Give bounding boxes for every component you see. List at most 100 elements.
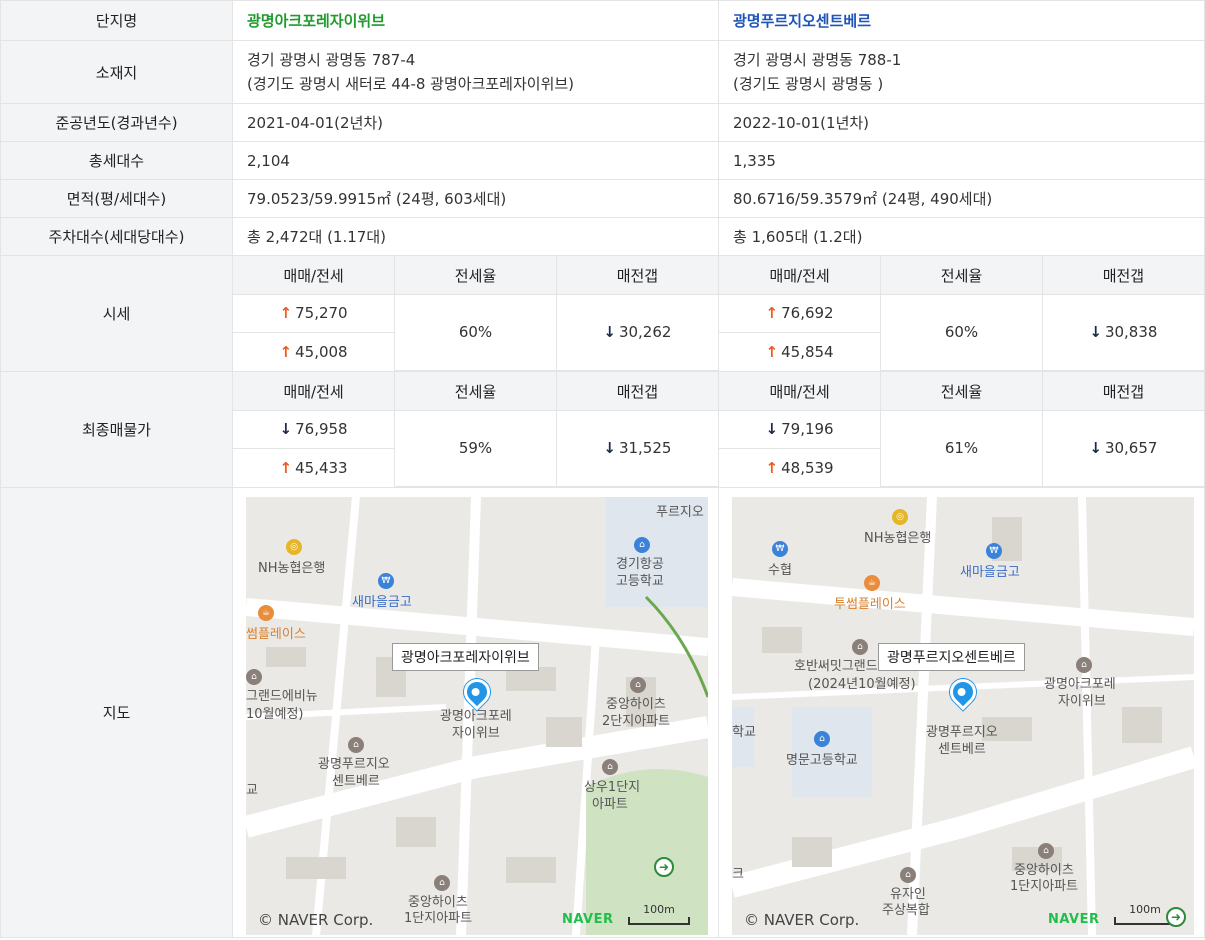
map-label-saemaeul: 새마을금고 xyxy=(960,565,1020,580)
complex-a-name-text[interactable]: 광명아크포레자이위브 xyxy=(247,12,385,30)
row-households: 총세대수 2,104 1,335 xyxy=(0,141,1205,180)
map-copyright: © NAVER Corp. xyxy=(744,911,860,929)
label-area: 면적(평/세대수) xyxy=(0,179,233,218)
map-label-grand2: 10월예정) xyxy=(246,707,304,722)
row-parking: 주차대수(세대당대수) 총 2,472대 (1.17대) 총 1,605대 (1… xyxy=(0,217,1205,256)
map-label-prugio-top: 푸르지오 xyxy=(656,505,704,520)
price-trade-cell: ↑ 75,270 xyxy=(233,293,396,333)
price-gap-cell: ↓ 30,838 xyxy=(1041,293,1204,371)
label-households: 총세대수 xyxy=(0,141,233,180)
arrow-up-icon: ↑ xyxy=(279,342,293,361)
expand-map-icon[interactable]: ➜ xyxy=(654,857,674,877)
cafe-icon: ☕ xyxy=(258,605,274,621)
price-trade-cell: ↑ 76,692 xyxy=(719,293,882,333)
building-icon: ⌂ xyxy=(1038,843,1054,859)
arrow-up-icon: ↑ xyxy=(765,304,779,323)
header-trade: 매매/전세 xyxy=(719,256,882,295)
map-label-suhyeop: 수협 xyxy=(768,563,792,578)
arrow-down-icon: ↓ xyxy=(1089,323,1102,342)
complex-a-map-cell: ◎ NH농협은행 ₩ 새마을금고 ☕ 썸플레이스 ⌂ 그랜드에비뉴 10월예정)… xyxy=(232,487,719,938)
arrow-up-icon: ↑ xyxy=(279,304,293,323)
complex-a-price: 매매/전세 전세율 매전갭 ↑ 75,270 60% ↓ 30,262 ↑ 45,00… xyxy=(232,255,719,372)
listing-jeonse-value: 45,433 xyxy=(295,458,348,477)
map-a[interactable]: ◎ NH농협은행 ₩ 새마을금고 ☕ 썸플레이스 ⌂ 그랜드에비뉴 10월예정)… xyxy=(246,497,708,935)
map-pin-label[interactable]: 광명푸르지오센트베르 xyxy=(878,643,1025,671)
price-gap-value: 30,262 xyxy=(618,323,672,342)
school-icon: ⌂ xyxy=(814,731,830,747)
complex-b-parking: 총 1,605대 (1.2대) xyxy=(718,217,1205,256)
price-trade-value: 75,270 xyxy=(295,304,348,323)
map-label-jungang1: 중앙하이츠 xyxy=(1014,863,1074,878)
complex-b-households: 1,335 xyxy=(718,141,1205,180)
complex-b-built: 2022-10-01(1년차) xyxy=(718,103,1205,142)
map-label-twosome: 썸플레이스 xyxy=(246,627,306,642)
header-ratio: 전세율 xyxy=(880,256,1043,295)
complex-a-households: 2,104 xyxy=(232,141,719,180)
map-label-jungang2-2: 2단지아파트 xyxy=(602,714,671,729)
complex-b-listing: 매매/전세 전세율 매전갭 ↓ 79,196 61% ↓ 30,657 ↑ 48,53… xyxy=(718,371,1205,488)
row-name: 단지명 광명아크포레자이위브 광명푸르지오센트베르 xyxy=(0,0,1205,41)
map-label-edge1: 학교 xyxy=(732,725,756,740)
listing-trade-value: 79,196 xyxy=(781,420,834,439)
complex-a-listing: 매매/전세 전세율 매전갭 ↓ 76,958 59% ↓ 31,525 ↑ 45,43… xyxy=(232,371,719,488)
complex-a-address-line2: (경기도 광명시 새터로 44-8 광명아크포레자이위브) xyxy=(247,75,575,93)
label-name: 단지명 xyxy=(0,0,233,41)
complex-a-parking: 총 2,472대 (1.17대) xyxy=(232,217,719,256)
header-gap: 매전갭 xyxy=(1041,372,1204,411)
map-label-prugio2: 센트베르 xyxy=(332,774,380,789)
listing-jeonse-value: 48,539 xyxy=(781,458,834,477)
map-label-hoban1: 호반써밋그랜드 xyxy=(794,659,878,674)
comparison-table: 단지명 광명아크포레자이위브 광명푸르지오센트베르 소재지 경기 광명시 광명동… xyxy=(0,0,1205,938)
label-address: 소재지 xyxy=(0,40,233,104)
row-listing: 최종매물가 매매/전세 전세율 매전갭 ↓ 76,958 59% ↓ 31,525 … xyxy=(0,371,1205,488)
complex-b-map-cell: ◎ NH농협은행 ₩ 수협 ₩ 새마을금고 ☕ 투썸플레이스 ⌂ 호반써밋그랜드… xyxy=(718,487,1205,938)
map-label-jungang2: 1단지아파트 xyxy=(1010,879,1079,894)
complex-b-address-line1: 경기 광명시 광명동 788-1 xyxy=(733,51,902,69)
building-icon: ⌂ xyxy=(852,639,868,655)
map-label-yujain1: 유자인 xyxy=(890,887,926,902)
map-label-school2: 고등학교 xyxy=(616,574,664,589)
listing-gap-value: 30,657 xyxy=(1104,439,1158,458)
map-b[interactable]: ◎ NH농협은행 ₩ 수협 ₩ 새마을금고 ☕ 투썸플레이스 ⌂ 호반써밋그랜드… xyxy=(732,497,1194,935)
complex-b-area: 80.6716/59.3579㎡ (24평, 490세대) xyxy=(718,179,1205,218)
map-label-nh: NH농협은행 xyxy=(258,561,326,576)
map-label-apt2: 자이위브 xyxy=(452,726,500,741)
price-ratio-value: 60% xyxy=(394,293,557,371)
row-area: 면적(평/세대수) 79.0523/59.9915㎡ (24평, 603세대) … xyxy=(0,179,1205,218)
price-gap-value: 30,838 xyxy=(1104,323,1158,342)
label-listing: 최종매물가 xyxy=(0,371,233,488)
complex-a-name[interactable]: 광명아크포레자이위브 xyxy=(232,0,719,41)
header-trade: 매매/전세 xyxy=(233,372,396,411)
bank-icon: ₩ xyxy=(986,543,1002,559)
listing-gap-cell: ↓ 30,657 xyxy=(1041,409,1204,487)
arrow-down-icon: ↓ xyxy=(603,439,616,458)
map-label-twosome: 투썸플레이스 xyxy=(834,597,906,612)
header-gap: 매전갭 xyxy=(1041,256,1204,295)
complex-b-name[interactable]: 광명푸르지오센트베르 xyxy=(718,0,1205,41)
price-jeonse-value: 45,854 xyxy=(781,342,834,361)
expand-map-icon[interactable]: ➜ xyxy=(1166,907,1186,927)
header-gap: 매전갭 xyxy=(555,372,718,411)
map-label-apt1: 광명아크포레 xyxy=(440,709,512,724)
label-built: 준공년도(경과년수) xyxy=(0,103,233,142)
header-ratio: 전세율 xyxy=(880,372,1043,411)
map-pin-label[interactable]: 광명아크포레자이위브 xyxy=(392,643,539,671)
row-map: 지도 ◎ NH농협은행 ₩ 새마을금고 ☕ 썸플레이스 ⌂ 그랜드에비뉴 10월… xyxy=(0,487,1205,938)
header-trade: 매매/전세 xyxy=(719,372,882,411)
map-label-edge: 교 xyxy=(246,783,258,798)
bank-icon: ₩ xyxy=(772,541,788,557)
naver-logo: NAVER xyxy=(1048,912,1100,927)
listing-trade-cell: ↓ 79,196 xyxy=(719,409,882,449)
building-icon: ⌂ xyxy=(900,867,916,883)
naver-logo: NAVER xyxy=(562,912,614,927)
complex-a-area: 79.0523/59.9915㎡ (24평, 603세대) xyxy=(232,179,719,218)
header-gap: 매전갭 xyxy=(555,256,718,295)
cafe-icon: ☕ xyxy=(864,575,880,591)
bank-icon: ◎ xyxy=(286,539,302,555)
complex-a-address: 경기 광명시 광명동 787-4 (경기도 광명시 새터로 44-8 광명아크포… xyxy=(232,40,719,104)
listing-subtable-b: 매매/전세 전세율 매전갭 ↓ 79,196 61% ↓ 30,657 ↑ 48,53… xyxy=(719,372,1204,487)
arrow-down-icon: ↓ xyxy=(765,420,779,439)
price-subtable-a: 매매/전세 전세율 매전갭 ↑ 75,270 60% ↓ 30,262 ↑ 45,00… xyxy=(233,256,718,371)
school-icon: ⌂ xyxy=(634,537,650,553)
complex-b-name-text[interactable]: 광명푸르지오센트베르 xyxy=(733,12,871,30)
